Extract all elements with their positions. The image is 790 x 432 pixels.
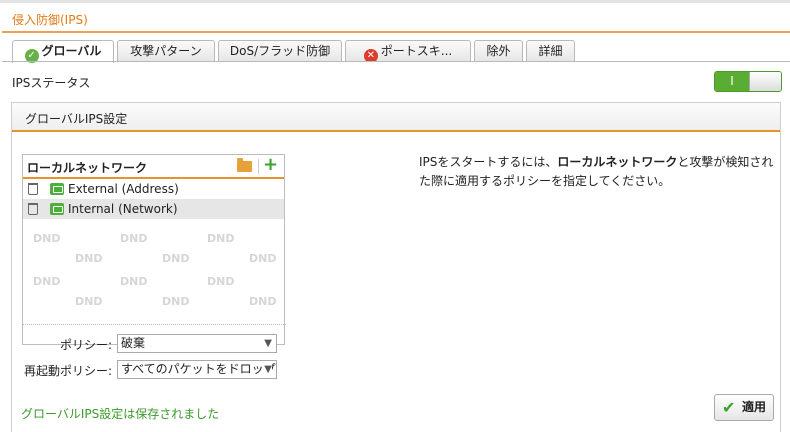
tab-advanced[interactable]: 詳細: [526, 40, 575, 62]
tab-attack-patterns[interactable]: 攻撃パターン: [117, 40, 215, 62]
dnd-watermark: DND: [162, 252, 190, 265]
tabs-divider: [2, 61, 790, 62]
toggle-knob: [749, 72, 781, 91]
list-item[interactable]: Internal (Network): [23, 199, 284, 219]
saved-status-message: グローバルIPS設定は保存されました: [21, 407, 220, 421]
network-object-icon: [50, 203, 64, 215]
policy-select[interactable]: 破棄 ▼: [117, 334, 277, 353]
top-border: [0, 0, 790, 3]
tab-exclusions[interactable]: 除外: [474, 40, 523, 62]
global-ips-settings-panel: グローバルIPS設定 ローカルネットワーク + External (Addres…: [11, 102, 781, 432]
restart-policy-label: 再起動ポリシー:: [24, 364, 113, 378]
dnd-watermark: DND: [120, 232, 148, 245]
tab-portscan[interactable]: ✕ ポートスキ...: [345, 40, 471, 62]
list-item-label: External (Address): [68, 182, 179, 196]
dnd-watermark: DND: [33, 275, 61, 288]
title-divider: [2, 31, 790, 33]
dnd-watermark: DND: [249, 295, 277, 308]
restart-policy-select-value: すべてのパケットをドロップ: [121, 362, 276, 376]
list-item-label: Internal (Network): [68, 202, 178, 216]
tab-portscan-label: ポートスキ...: [380, 44, 453, 58]
chevron-down-icon: ▼: [262, 361, 272, 378]
tab-dos-flood[interactable]: DoS/フラッド防御: [218, 40, 342, 62]
toggle-on-indicator: I: [715, 72, 749, 91]
apply-button[interactable]: ✔ 適用: [714, 394, 774, 421]
header-separator: [258, 159, 259, 174]
list-item[interactable]: External (Address): [23, 179, 284, 199]
tab-dos-flood-label: DoS/フラッド防御: [229, 44, 331, 58]
restart-policy-select[interactable]: すべてのパケットをドロップ ▼: [117, 360, 277, 379]
dnd-watermark: DND: [162, 295, 190, 308]
dnd-watermark: DND: [120, 275, 148, 288]
dnd-watermark: DND: [249, 252, 277, 265]
dnd-watermark: DND: [33, 232, 61, 245]
trash-icon[interactable]: [28, 203, 38, 215]
local-network-list[interactable]: ローカルネットワーク + External (Address) Internal…: [22, 154, 285, 345]
page-title: 侵入防御(IPS): [12, 13, 88, 27]
checkmark-icon: ✔: [722, 398, 736, 417]
add-icon[interactable]: +: [263, 154, 278, 175]
tab-advanced-label: 詳細: [538, 44, 563, 58]
tab-global[interactable]: ✓ グローバル: [12, 40, 114, 63]
policy-select-value: 破棄: [121, 336, 146, 350]
help-text-bold: ローカルネットワーク: [557, 155, 678, 169]
tab-attack-patterns-label: 攻撃パターン: [130, 44, 202, 58]
policy-label: ポリシー:: [60, 338, 113, 352]
local-network-list-header: ローカルネットワーク +: [23, 154, 284, 179]
dnd-watermark: DND: [207, 275, 235, 288]
local-network-list-title: ローカルネットワーク: [27, 161, 148, 175]
dnd-watermark: DND: [75, 252, 103, 265]
dnd-watermark: DND: [75, 295, 103, 308]
dotted-separator: [22, 324, 286, 325]
panel-header: グローバルIPS設定: [12, 103, 780, 132]
ips-status-label: IPSステータス: [12, 76, 91, 90]
tab-global-label: グローバル: [41, 44, 102, 58]
tab-exclusions-label: 除外: [486, 44, 511, 58]
folder-icon[interactable]: [237, 158, 252, 172]
trash-icon[interactable]: [28, 183, 38, 195]
chevron-down-icon: ▼: [262, 335, 272, 352]
apply-button-label: 適用: [742, 400, 767, 414]
dnd-watermark: DND: [207, 232, 235, 245]
help-text-part1: IPSをスタートするには、: [419, 155, 558, 169]
network-object-icon: [50, 183, 64, 195]
help-text: IPSをスタートするには、ローカルネットワークと攻撃が検知された際に適用するポリ…: [419, 153, 779, 191]
panel-title: グローバルIPS設定: [25, 112, 128, 126]
ips-status-toggle[interactable]: I: [714, 71, 782, 92]
